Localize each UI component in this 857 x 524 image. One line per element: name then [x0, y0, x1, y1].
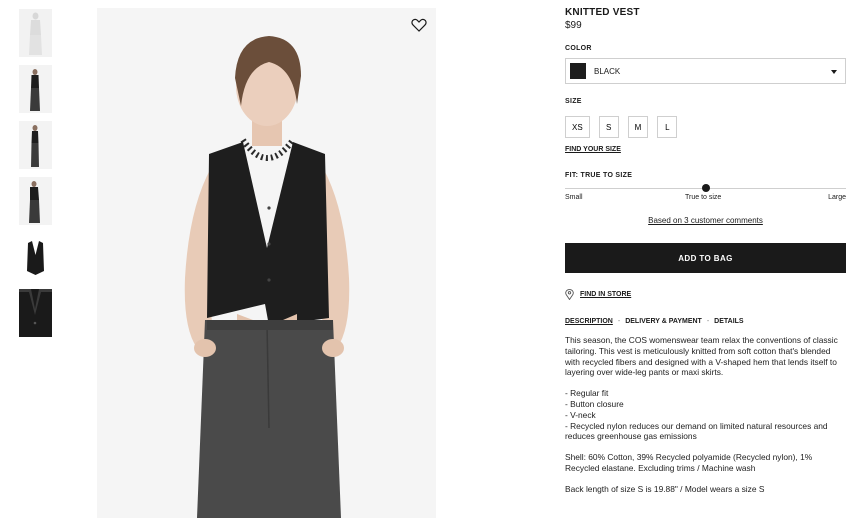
thumbnail-1[interactable]: [19, 9, 52, 57]
fit-min-label: Small: [565, 194, 583, 201]
feature-item: - V-neck: [565, 409, 596, 420]
find-in-store-label: FIND IN STORE: [580, 291, 632, 298]
description-text: This season, the COS womenswear team rel…: [565, 335, 846, 505]
fit-scale-marker: [701, 184, 710, 192]
feature-item: - Button closure: [565, 398, 624, 409]
description-intro: This season, the COS womenswear team rel…: [565, 335, 838, 378]
thumbnail-list: [19, 9, 52, 345]
color-selected-value: BLACK: [594, 66, 621, 76]
size-button-m[interactable]: M: [627, 116, 649, 138]
size-label: SIZE: [565, 98, 582, 105]
thumbnail-5[interactable]: [19, 233, 52, 281]
size-button-l[interactable]: L: [657, 116, 678, 138]
feature-list: - Regular fit - Button closure - V-neck …: [565, 388, 846, 442]
measurements-text: Back length of size S is 19.88" / Model …: [565, 483, 765, 494]
tab-delivery-payment[interactable]: DELIVERY & PAYMENT: [625, 318, 702, 325]
fit-max-label: Large: [828, 194, 846, 201]
size-options: XS S M L: [565, 116, 678, 138]
info-tabs: DESCRIPTION - DELIVERY & PAYMENT - DETAI…: [565, 318, 744, 325]
fit-mid-label: True to size: [685, 194, 722, 201]
main-product-image: [97, 8, 436, 518]
feature-item: - Recycled nylon reduces our demand on l…: [565, 420, 828, 442]
find-in-store-link[interactable]: FIND IN STORE: [565, 289, 631, 300]
color-swatch: [570, 63, 586, 79]
tab-separator: -: [706, 318, 710, 325]
location-pin-icon: [565, 289, 574, 300]
thumbnail-2[interactable]: [19, 65, 52, 113]
size-button-s[interactable]: S: [598, 116, 619, 138]
color-select[interactable]: BLACK: [565, 58, 846, 84]
composition-text: Shell: 60% Cotton, 39% Recycled polyamid…: [565, 452, 813, 473]
thumbnail-6[interactable]: [19, 289, 52, 337]
add-to-bag-button[interactable]: ADD TO BAG: [565, 243, 846, 273]
product-price: $99: [565, 20, 582, 31]
customer-comments-link[interactable]: Based on 3 customer comments: [565, 216, 846, 225]
size-button-xs[interactable]: XS: [565, 116, 590, 138]
chevron-down-icon: [831, 70, 837, 74]
product-title: KNITTED VEST: [565, 7, 640, 18]
feature-item: - Regular fit: [565, 388, 609, 399]
fit-label: FIT: TRUE TO SIZE: [565, 172, 633, 179]
tab-details[interactable]: DETAILS: [714, 318, 743, 325]
color-label: COLOR: [565, 45, 592, 52]
thumbnail-4[interactable]: [19, 177, 52, 225]
find-your-size-link[interactable]: FIND YOUR SIZE: [565, 146, 621, 153]
heart-icon[interactable]: [410, 16, 428, 34]
thumbnail-3[interactable]: [19, 121, 52, 169]
tab-description[interactable]: DESCRIPTION: [565, 318, 613, 325]
tab-separator: -: [617, 318, 621, 325]
